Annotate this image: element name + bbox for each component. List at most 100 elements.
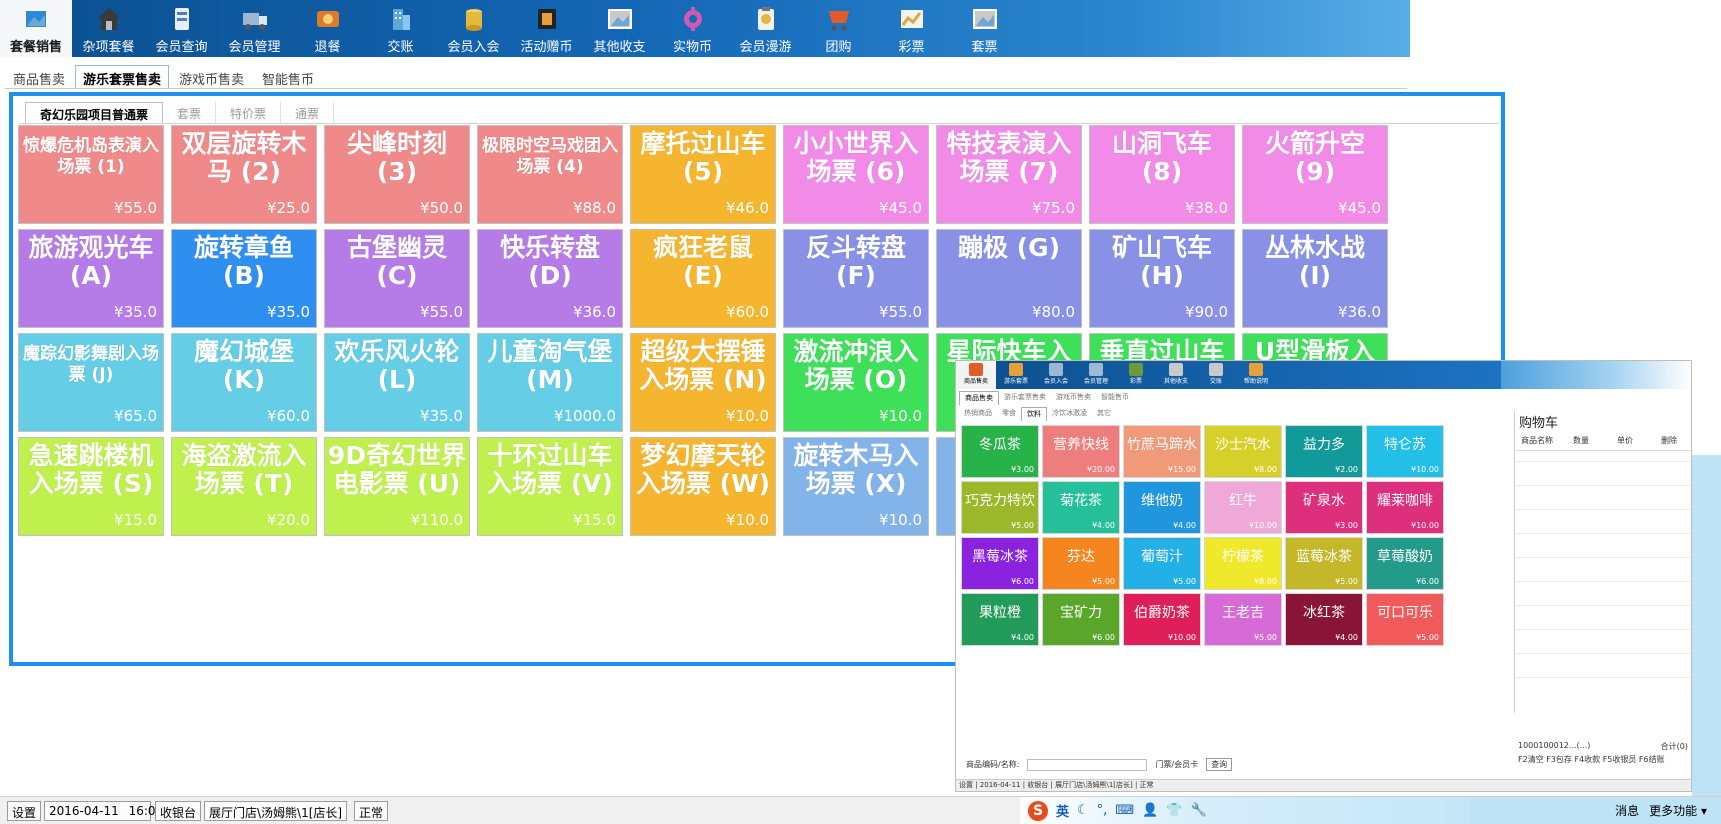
- ticket-tile[interactable]: 魔踪幻影舞剧入场票 (J) ¥65.0: [18, 333, 164, 432]
- ticket-tile[interactable]: 欢乐风火轮 (L) ¥35.0: [324, 333, 470, 432]
- ticket-tile[interactable]: 极限时空马戏团入场票 (4) ¥88.0: [477, 125, 623, 224]
- ticket-tile[interactable]: 惊爆危机岛表演入场票 (1) ¥55.0: [18, 125, 164, 224]
- ticket-tile[interactable]: 古堡幽灵 (C) ¥55.0: [324, 229, 470, 328]
- inset-toolbar-button[interactable]: 交账: [1196, 361, 1236, 389]
- inset-tab-secondary[interactable]: 冷饮冰激凌: [1047, 407, 1092, 421]
- ticket-tile[interactable]: 反斗转盘 (F) ¥55.0: [783, 229, 929, 328]
- sogou-logo-icon[interactable]: S: [1028, 800, 1048, 821]
- ticket-tile[interactable]: 疯狂老鼠 (E) ¥60.0: [630, 229, 776, 328]
- toolbar-button-8[interactable]: 其他收支: [583, 0, 656, 57]
- drink-tile[interactable]: 特仑苏 ¥10.00: [1366, 425, 1444, 478]
- toolbar-button-6[interactable]: 会员入会: [437, 0, 510, 57]
- drink-tile[interactable]: 冰红茶 ¥4.00: [1285, 593, 1363, 646]
- tab-primary-2[interactable]: 游戏币售卖: [171, 65, 252, 89]
- drink-tile[interactable]: 蓝莓冰茶 ¥5.00: [1285, 537, 1363, 590]
- ticket-tile[interactable]: 火箭升空 (9) ¥45.0: [1242, 125, 1388, 224]
- tab-primary-0[interactable]: 商品售卖: [5, 65, 73, 89]
- ticket-tile[interactable]: 旋转章鱼 (B) ¥35.0: [171, 229, 317, 328]
- ticket-tile[interactable]: 超级大摆锤入场票 (N) ¥10.0: [630, 333, 776, 432]
- toolbar-button-13[interactable]: 套票: [948, 0, 1021, 57]
- drink-tile[interactable]: 菊花茶 ¥4.00: [1042, 481, 1120, 534]
- toolbar-button-0[interactable]: 套餐销售: [0, 0, 72, 57]
- drink-tile[interactable]: 耀莱咖啡 ¥10.00: [1366, 481, 1444, 534]
- moon-icon[interactable]: ☾: [1077, 803, 1089, 818]
- ticket-tile[interactable]: 摩托过山车 (5) ¥46.0: [630, 125, 776, 224]
- ticket-tile[interactable]: 快乐转盘 (D) ¥36.0: [477, 229, 623, 328]
- toolbar-button-5[interactable]: 交账: [364, 0, 437, 57]
- tab-primary-1[interactable]: 游乐套票售卖: [75, 65, 170, 89]
- tab-secondary-2[interactable]: 特价票: [216, 102, 282, 124]
- user-icon[interactable]: 👤: [1142, 803, 1158, 818]
- more-functions-menu[interactable]: 更多功能 ▾: [1649, 802, 1707, 819]
- ticket-tile[interactable]: 尖峰时刻 (3) ¥50.0: [324, 125, 470, 224]
- toolbar-button-10[interactable]: 会员漫游: [729, 0, 802, 57]
- inset-toolbar-button[interactable]: 彩票: [1116, 361, 1156, 389]
- toolbar-button-12[interactable]: 彩票: [875, 0, 948, 57]
- inset-tab-primary[interactable]: 商品售卖: [959, 391, 999, 405]
- drink-tile[interactable]: 草莓酸奶 ¥6.00: [1366, 537, 1444, 590]
- ticket-tile[interactable]: 丛林水战 (I) ¥36.0: [1242, 229, 1388, 328]
- ticket-tile[interactable]: 十环过山车入场票 (V) ¥15.0: [477, 437, 623, 536]
- drink-tile[interactable]: 红牛 ¥10.00: [1204, 481, 1282, 534]
- drink-tile[interactable]: 果粒橙 ¥4.00: [961, 593, 1039, 646]
- ticket-tile[interactable]: 激流冲浪入场票 (O) ¥10.0: [783, 333, 929, 432]
- inset-tab-primary[interactable]: 游戏币售卖: [1051, 391, 1096, 405]
- messages-link[interactable]: 消息: [1615, 802, 1639, 819]
- drink-tile[interactable]: 宝矿力 ¥6.00: [1042, 593, 1120, 646]
- inset-toolbar-button[interactable]: 会员入会: [1036, 361, 1076, 389]
- wrench-icon[interactable]: 🔧: [1190, 803, 1206, 818]
- drink-tile[interactable]: 黑莓冰茶 ¥6.00: [961, 537, 1039, 590]
- shirt-icon[interactable]: 👕: [1166, 803, 1182, 818]
- drink-tile[interactable]: 竹蔗马蹄水 ¥15.00: [1123, 425, 1201, 478]
- inset-toolbar-button[interactable]: 会员管理: [1076, 361, 1116, 389]
- toolbar-button-2[interactable]: 会员查询: [145, 0, 218, 57]
- inset-tab-secondary[interactable]: 零食: [997, 407, 1021, 421]
- ticket-tile[interactable]: 旋转木马入场票 (X) ¥10.0: [783, 437, 929, 536]
- ticket-tile[interactable]: 小小世界入场票 (6) ¥45.0: [783, 125, 929, 224]
- settings-button[interactable]: 设置: [7, 801, 42, 821]
- drink-tile[interactable]: 营养快线 ¥20.00: [1042, 425, 1120, 478]
- search-input[interactable]: [1027, 758, 1148, 771]
- drink-tile[interactable]: 沙士汽水 ¥8.00: [1204, 425, 1282, 478]
- ticket-tile[interactable]: 儿童淘气堡 (M) ¥1000.0: [477, 333, 623, 432]
- inset-tab-secondary[interactable]: 饮料: [1021, 407, 1047, 421]
- keyboard-icon[interactable]: ⌨: [1115, 803, 1134, 818]
- inset-toolbar-button[interactable]: 其他收支: [1156, 361, 1196, 389]
- drink-tile[interactable]: 王老吉 ¥5.00: [1204, 593, 1282, 646]
- ticket-tile[interactable]: 蹦极 (G) ¥80.0: [936, 229, 1082, 328]
- tab-secondary-0[interactable]: 奇幻乐园项目普通票: [25, 102, 164, 124]
- ticket-tile[interactable]: 旅游观光车 (A) ¥35.0: [18, 229, 164, 328]
- toolbar-button-4[interactable]: 退餐: [291, 0, 364, 57]
- ticket-tile[interactable]: 魔幻城堡 (K) ¥60.0: [171, 333, 317, 432]
- toolbar-button-1[interactable]: 杂项套餐: [72, 0, 145, 57]
- tab-primary-3[interactable]: 智能售币: [254, 65, 322, 89]
- drink-tile[interactable]: 柠檬茶 ¥8.00: [1204, 537, 1282, 590]
- search-button[interactable]: 查询: [1206, 758, 1233, 771]
- inset-tab-primary[interactable]: 游乐套票售卖: [999, 391, 1051, 405]
- inset-tab-primary[interactable]: 智能售币: [1096, 391, 1134, 405]
- inset-toolbar-button[interactable]: 游乐套票: [996, 361, 1036, 389]
- toolbar-button-9[interactable]: 实物币: [656, 0, 729, 57]
- drink-tile[interactable]: 可口可乐 ¥5.00: [1366, 593, 1444, 646]
- inset-tab-secondary[interactable]: 其它: [1092, 407, 1116, 421]
- inset-tab-secondary[interactable]: 热销商品: [959, 407, 997, 421]
- ticket-tile[interactable]: 急速跳楼机入场票 (S) ¥15.0: [18, 437, 164, 536]
- ticket-tile[interactable]: 海盗激流入场票 (T) ¥20.0: [171, 437, 317, 536]
- ime-language[interactable]: 英: [1056, 801, 1069, 820]
- drink-tile[interactable]: 伯爵奶茶 ¥10.00: [1123, 593, 1201, 646]
- ticket-tile[interactable]: 山洞飞车 (8) ¥38.0: [1089, 125, 1235, 224]
- ticket-tile[interactable]: 矿山飞车 (H) ¥90.0: [1089, 229, 1235, 328]
- ticket-tile[interactable]: 特技表演入场票 (7) ¥75.0: [936, 125, 1082, 224]
- drink-tile[interactable]: 巧克力特饮 ¥5.00: [961, 481, 1039, 534]
- ticket-tile[interactable]: 9D奇幻世界电影票 (U) ¥110.0: [324, 437, 470, 536]
- drink-tile[interactable]: 益力多 ¥2.00: [1285, 425, 1363, 478]
- ticket-tile[interactable]: 梦幻摩天轮入场票 (W) ¥10.0: [630, 437, 776, 536]
- punctuation-icon[interactable]: °,: [1097, 803, 1108, 818]
- tab-secondary-3[interactable]: 通票: [281, 102, 335, 124]
- toolbar-button-3[interactable]: 会员管理: [218, 0, 291, 57]
- inset-toolbar-button[interactable]: 商品售卖: [956, 361, 996, 389]
- inset-toolbar-button[interactable]: 帮助说明: [1236, 361, 1276, 389]
- ticket-tile[interactable]: 双层旋转木马 (2) ¥25.0: [171, 125, 317, 224]
- drink-tile[interactable]: 冬瓜茶 ¥3.00: [961, 425, 1039, 478]
- drink-tile[interactable]: 芬达 ¥5.00: [1042, 537, 1120, 590]
